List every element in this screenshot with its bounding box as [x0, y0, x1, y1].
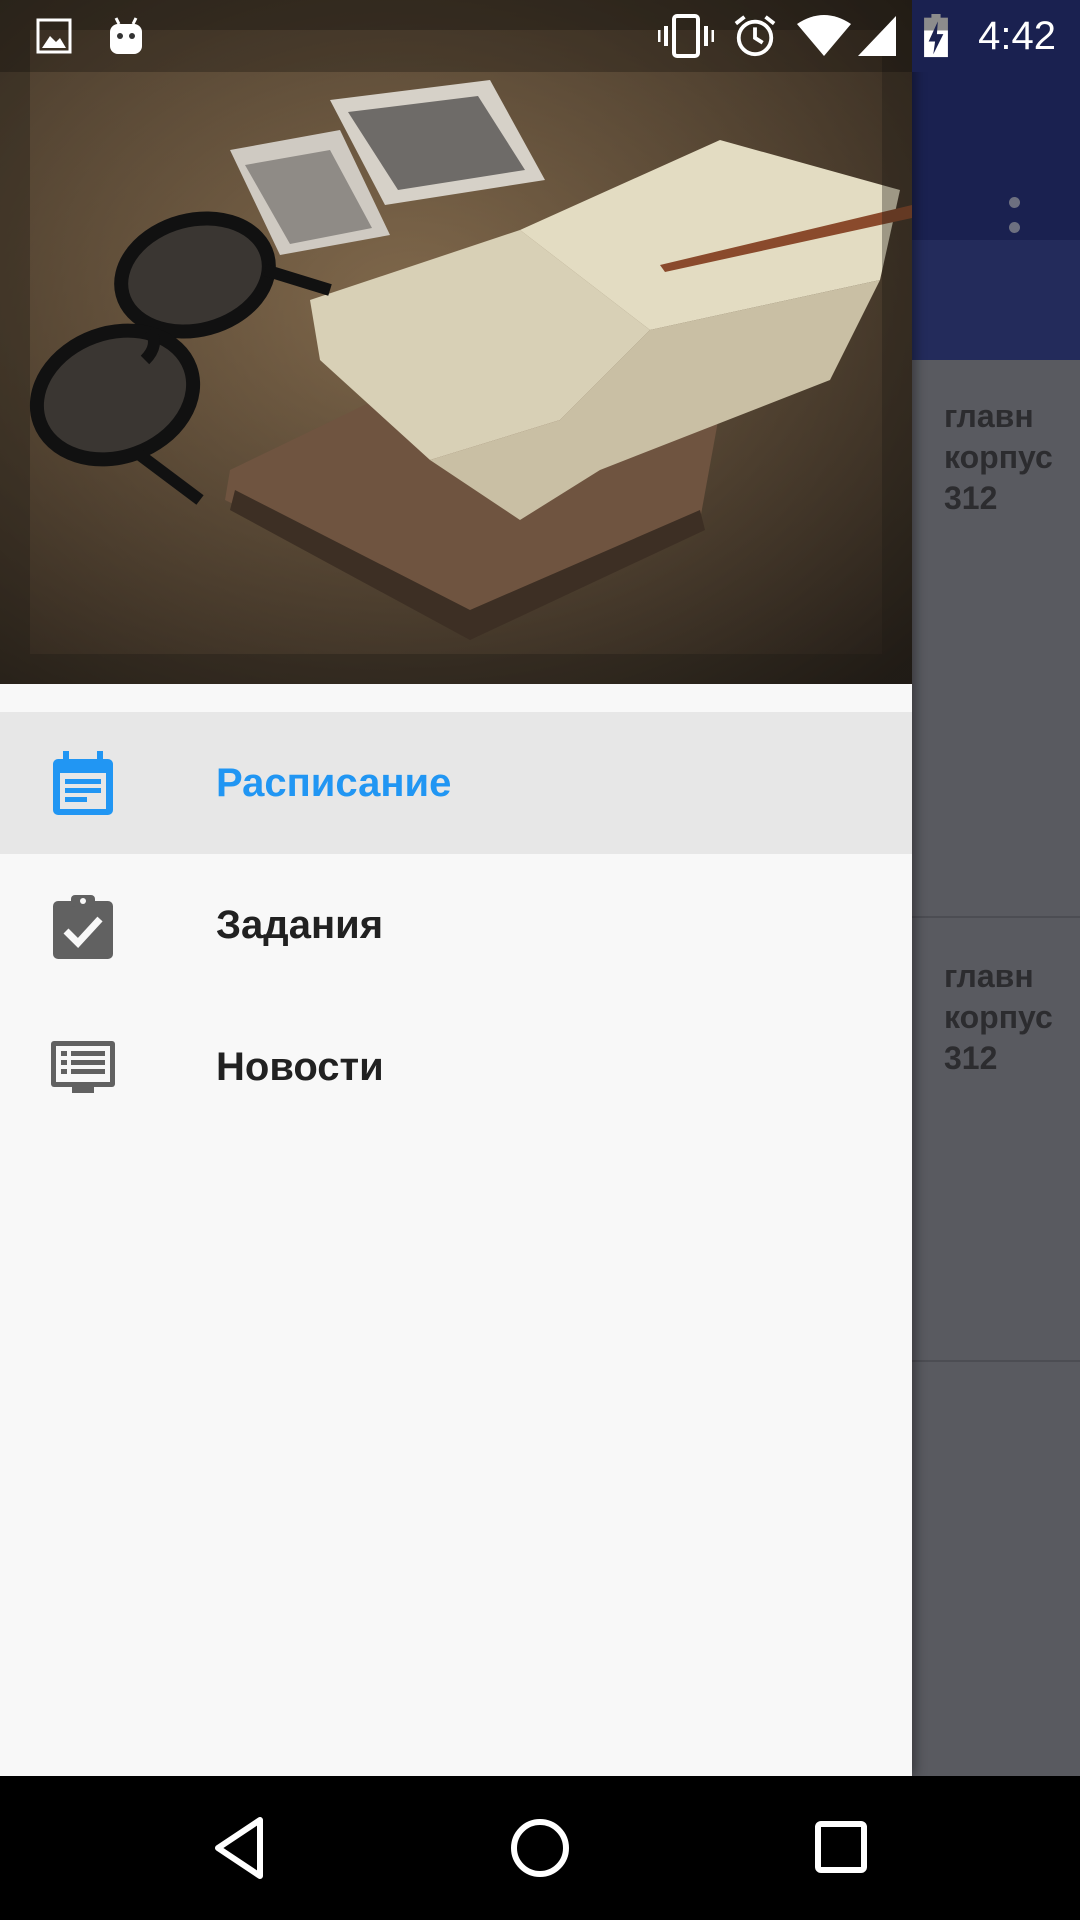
- screen: главн корпус 312 главн корпус 312 Распис…: [0, 0, 1080, 1920]
- status-bar: 4:42: [0, 0, 1080, 72]
- navigation-bar: [0, 1776, 1080, 1920]
- signal-icon: [858, 16, 896, 56]
- back-icon[interactable]: [204, 1812, 276, 1884]
- status-time: 4:42: [978, 14, 1056, 58]
- drawer-item-label: Новости: [216, 1045, 384, 1089]
- alarm-icon: [734, 15, 776, 57]
- news-icon: [51, 1041, 115, 1093]
- image-icon: [36, 18, 72, 54]
- battery-charging-icon: [924, 14, 948, 58]
- home-icon[interactable]: [504, 1812, 576, 1884]
- drawer-item-tasks[interactable]: Задания: [0, 854, 912, 996]
- recents-icon[interactable]: [804, 1812, 876, 1884]
- drawer-item-label: Задания: [216, 903, 384, 947]
- calendar-icon: [53, 751, 113, 815]
- assignment-check-icon: [53, 895, 113, 959]
- drawer-header-image: [0, 0, 912, 684]
- vibrate-icon: [658, 14, 714, 58]
- card-location-text: главн корпус 312: [944, 958, 1053, 1076]
- drawer-menu: Расписание Задания Новости: [0, 712, 912, 1138]
- drawer-item-news[interactable]: Новости: [0, 996, 912, 1138]
- android-icon: [110, 17, 142, 54]
- drawer-item-label: Расписание: [216, 761, 452, 805]
- card-location-text: главн корпус 312: [944, 398, 1053, 516]
- navigation-drawer: Расписание Задания Новости: [0, 0, 912, 1776]
- drawer-item-schedule[interactable]: Расписание: [0, 712, 912, 854]
- wifi-icon: [797, 15, 851, 56]
